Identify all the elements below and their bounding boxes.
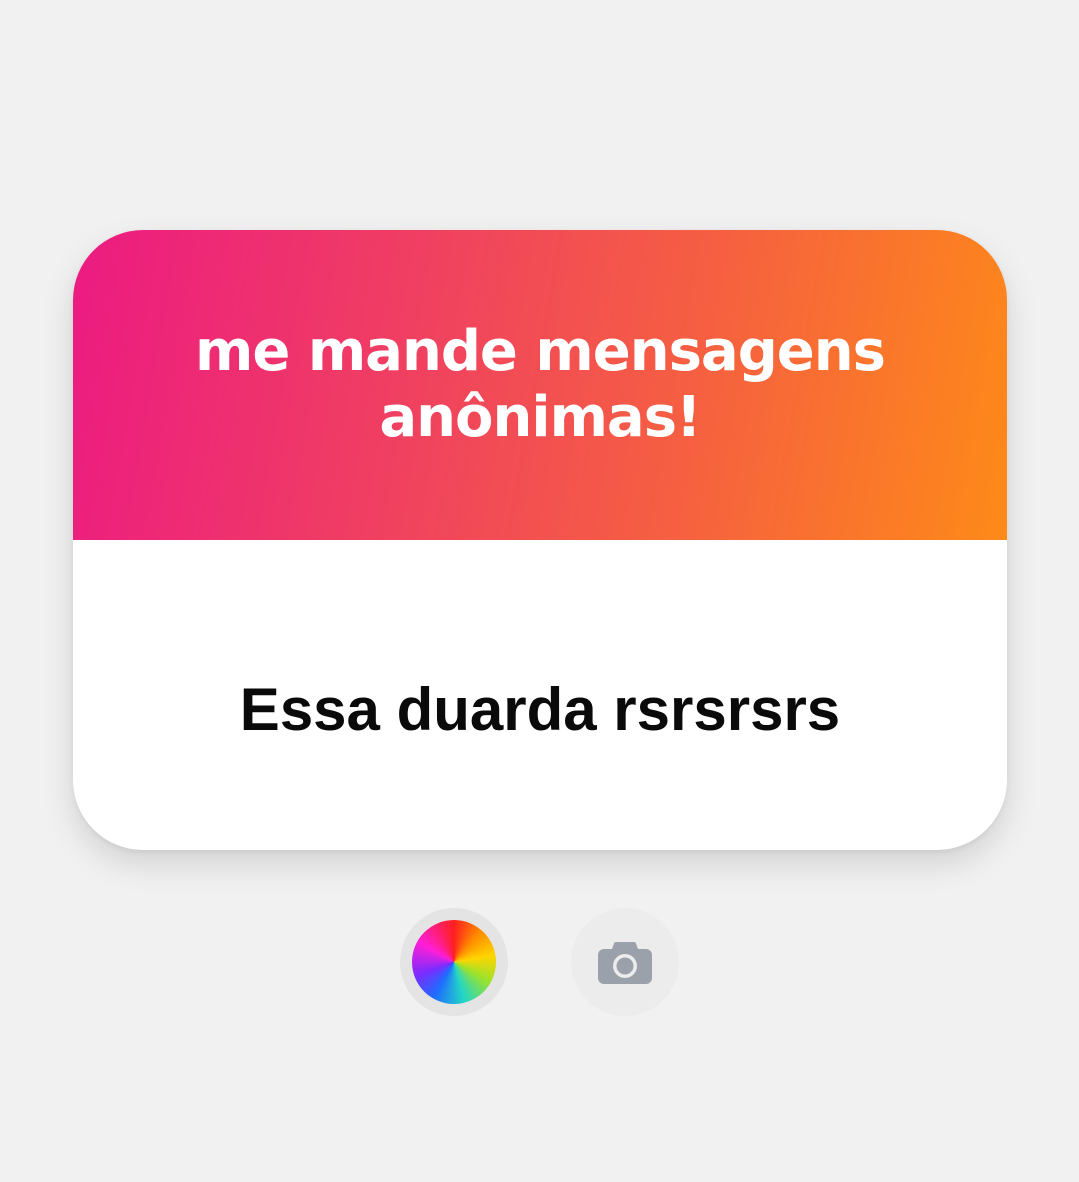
sticker-body: Essa duarda rsrsrsrs xyxy=(73,540,1007,850)
sticker-prompt: me mande mensagens anônimas! xyxy=(195,319,886,450)
color-picker-button[interactable] xyxy=(400,908,508,1016)
camera-icon xyxy=(595,932,655,992)
sticker-header: me mande mensagens anônimas! xyxy=(73,230,1007,540)
question-sticker-card[interactable]: me mande mensagens anônimas! Essa duarda… xyxy=(73,230,1007,850)
camera-button[interactable] xyxy=(571,908,679,1016)
sticker-answer: Essa duarda rsrsrsrs xyxy=(239,675,841,743)
color-wheel-icon xyxy=(412,920,496,1004)
